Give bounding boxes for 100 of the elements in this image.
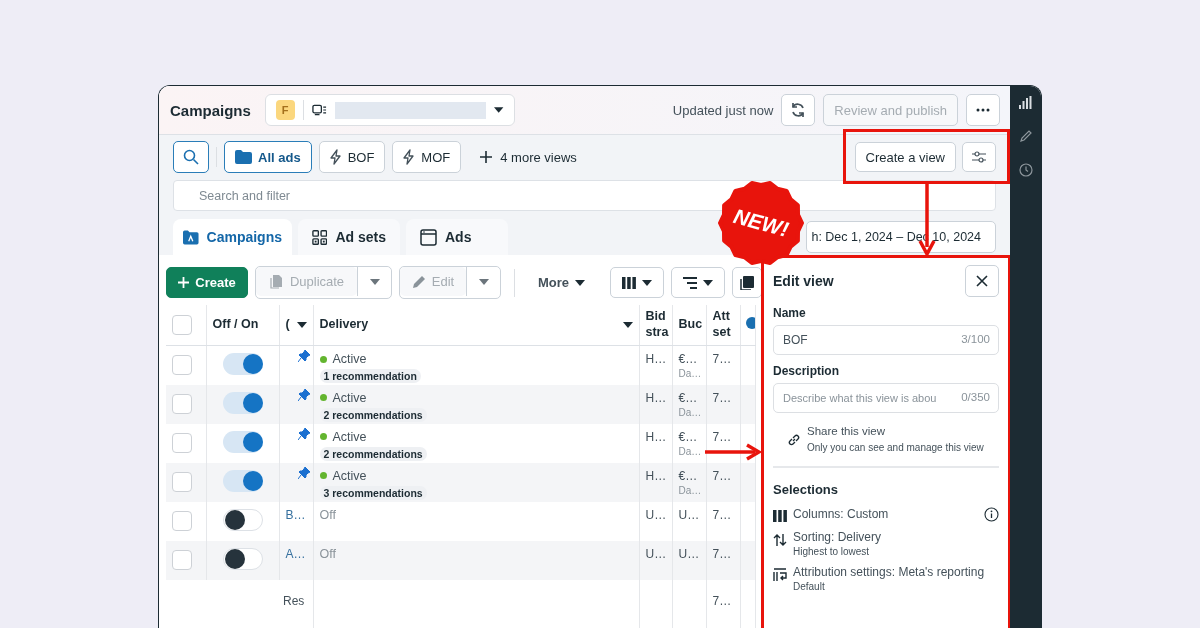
create-view-button[interactable]: Create a view — [854, 142, 956, 172]
more-views-button[interactable]: 4 more views — [474, 148, 583, 166]
columns-button[interactable] — [610, 267, 665, 298]
checkbox[interactable] — [172, 432, 192, 453]
folder-icon — [235, 150, 252, 164]
create-button[interactable]: Create — [166, 267, 248, 298]
table-cell: H… — [645, 429, 666, 444]
selection-title: Attribution settings: Meta's reporting — [793, 564, 985, 579]
grid-icon — [312, 228, 328, 246]
toggle-switch[interactable] — [222, 508, 263, 531]
close-button[interactable] — [965, 265, 999, 297]
view-button[interactable]: MOF — [392, 141, 462, 173]
device-icon — [311, 104, 327, 116]
column-header[interactable]: Bid stra — [639, 305, 672, 346]
delivery-status: Active — [332, 429, 367, 444]
bar-chart-icon[interactable] — [1018, 96, 1033, 109]
table-cell-note: Da… — [678, 368, 700, 379]
table-cell-text: 7… — [712, 593, 733, 608]
toggle-switch[interactable] — [222, 430, 263, 453]
pencil-icon[interactable] — [1018, 129, 1033, 143]
lightning-icon — [329, 149, 342, 165]
refresh-button[interactable] — [781, 94, 816, 126]
account-badge: F — [275, 100, 295, 120]
field-label: Description — [773, 364, 840, 378]
table-cell-text: 7… — [712, 546, 733, 561]
recommendation-tag[interactable]: 3 recommendations — [319, 485, 427, 500]
delivery-status: Active — [332, 390, 367, 405]
selection-note: Highest to lowest — [793, 545, 871, 557]
recommendation-tag[interactable]: 2 recommendations — [319, 446, 427, 461]
delivery-status: Active — [332, 468, 367, 483]
selection-title: Columns: Custom — [793, 506, 889, 521]
clock-icon[interactable] — [1018, 163, 1033, 177]
name-link[interactable]: B… — [285, 507, 307, 522]
dropdown-button[interactable] — [466, 267, 500, 296]
folder-icon — [183, 228, 199, 246]
more-menu-button[interactable]: More — [528, 267, 596, 298]
table-cell-note: Da… — [678, 484, 700, 496]
checkbox[interactable] — [172, 549, 192, 570]
link-icon — [787, 433, 801, 447]
table-cell-text: €… — [678, 468, 699, 483]
table-cell-text: 7… — [712, 507, 733, 522]
table-cell: H… — [645, 352, 666, 366]
reports-icon — [740, 275, 755, 290]
caret-icon — [494, 107, 504, 113]
tab[interactable]: Ad sets — [298, 219, 400, 255]
toggle-switch[interactable] — [222, 547, 263, 570]
more-icon — [976, 108, 990, 112]
column-header[interactable]: Delivery — [319, 317, 633, 333]
page-title: Campaigns — [170, 101, 251, 119]
refresh-icon — [790, 102, 807, 118]
recommendation-tag[interactable]: 1 recommendation — [319, 369, 421, 383]
view-button[interactable]: BOF — [318, 141, 386, 173]
view-button[interactable]: All ads — [224, 141, 312, 173]
share-title: Share this view — [807, 425, 886, 437]
column-header[interactable]: ( — [285, 317, 307, 333]
column-header[interactable]: Att set — [706, 305, 740, 346]
lightning-icon — [403, 149, 416, 165]
table-cell: U… — [678, 507, 700, 522]
table-cell: H… — [645, 468, 666, 483]
toggle-switch[interactable] — [222, 391, 263, 414]
info-icon[interactable] — [984, 506, 999, 522]
columns-icon — [773, 509, 787, 522]
checkbox[interactable] — [172, 393, 192, 414]
window-icon — [420, 228, 437, 246]
settings-button[interactable] — [962, 142, 996, 172]
table-cell-text: 7… — [712, 352, 733, 366]
column-header[interactable]: Off / On — [206, 305, 279, 346]
attribution-icon — [773, 567, 787, 582]
table-cell-text: 7… — [712, 429, 733, 444]
toggle-switch[interactable] — [222, 469, 263, 492]
toggle-switch[interactable] — [222, 353, 263, 375]
recommendation-tag[interactable]: 2 recommendations — [319, 407, 427, 422]
caret-icon — [642, 279, 653, 286]
field-label: Name — [773, 306, 807, 320]
breakdown-button[interactable] — [671, 267, 726, 298]
table-cell-text: 7… — [712, 390, 733, 405]
results-label: Res — [283, 593, 306, 608]
table-cell: H… — [645, 390, 666, 405]
tab[interactable]: Campaigns — [173, 219, 292, 255]
checkbox[interactable] — [172, 471, 192, 492]
checkbox[interactable] — [172, 510, 192, 531]
dropdown-button[interactable] — [357, 267, 391, 296]
caret-icon — [575, 279, 586, 286]
checkbox[interactable] — [172, 315, 192, 335]
character-count: 0/350 — [961, 391, 990, 403]
search-button[interactable] — [173, 141, 209, 173]
column-header[interactable]: Buc — [672, 305, 706, 346]
table-cell-text: €… — [678, 390, 699, 405]
caret-icon — [622, 322, 633, 328]
new-badge: NEW! — [718, 180, 804, 266]
panel-title: Edit view — [773, 273, 834, 289]
reports-button[interactable] — [732, 267, 761, 298]
table-cell-note: Da… — [678, 445, 700, 457]
section-title: Selections — [773, 481, 840, 497]
caret-icon — [478, 278, 489, 285]
selection-title: Sorting: Delivery — [793, 529, 882, 544]
checkbox[interactable] — [172, 355, 192, 375]
tab[interactable]: Ads — [406, 219, 508, 255]
share-note: Only you can see and manage this view — [807, 441, 984, 455]
delivery-status: Off — [319, 507, 336, 522]
